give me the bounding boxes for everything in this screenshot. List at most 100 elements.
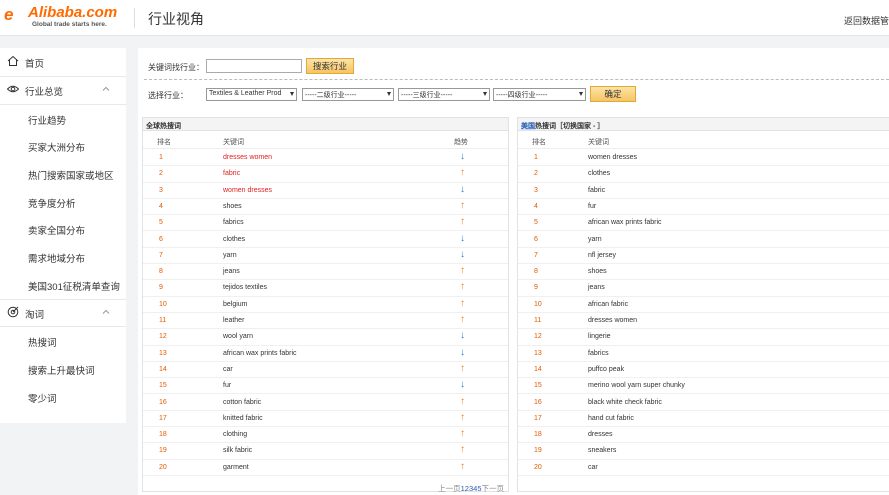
keyword-cell[interactable]: belgium xyxy=(223,301,248,308)
switch-country-link[interactable]: 热搜词［切换国家 - ］ xyxy=(535,123,604,130)
keyword-cell[interactable]: leather xyxy=(223,317,244,324)
trend-down-icon: ↓ xyxy=(460,151,465,162)
keyword-cell[interactable]: yarn xyxy=(588,236,602,243)
next-page-link[interactable]: 下一页 xyxy=(482,484,505,493)
search-industry-button[interactable]: 搜索行业 xyxy=(306,58,354,74)
rank-cell: 13 xyxy=(159,349,167,357)
keyword-cell[interactable]: fabric xyxy=(223,170,240,177)
sidebar-item-competition[interactable]: 竞争度分析 xyxy=(0,188,126,215)
industry-level-4-select[interactable]: -----四级行业----- xyxy=(493,88,586,101)
keyword-cell[interactable]: silk fabric xyxy=(223,447,252,454)
keyword-cell[interactable]: fabrics xyxy=(588,350,609,357)
sidebar-item-demand-region[interactable]: 需求地域分布 xyxy=(0,243,126,270)
table-row: 11 dresses women xyxy=(518,313,889,330)
page-number-links[interactable]: 12345 xyxy=(461,484,482,493)
keyword-cell[interactable]: dresses xyxy=(588,431,613,438)
country-hot-words-panel: 美国热搜词［切换国家 - ］ 排名 关键词 1 women dresses 2 clo… xyxy=(517,117,889,492)
sidebar-item-rare-words[interactable]: 零少词 xyxy=(0,383,126,410)
sidebar-item-hot-search-countries[interactable]: 热门搜索国家或地区 xyxy=(0,160,126,187)
table-row: 5 fabrics ↑ xyxy=(143,215,508,232)
keyword-cell[interactable]: fur xyxy=(588,203,596,210)
table-row: 18 dresses xyxy=(518,427,889,444)
rank-cell: 16 xyxy=(159,398,167,406)
keyword-cell[interactable]: shoes xyxy=(588,268,607,275)
keyword-cell[interactable]: clothes xyxy=(223,236,245,243)
chevron-up-icon[interactable] xyxy=(102,85,110,93)
trend-up-icon: ↑ xyxy=(460,265,465,277)
keyword-search-input[interactable] xyxy=(206,59,302,73)
keyword-cell[interactable]: jeans xyxy=(223,268,240,275)
rank-cell: 17 xyxy=(159,414,167,422)
keyword-cell[interactable]: lingerie xyxy=(588,333,611,340)
keyword-cell[interactable]: african fabric xyxy=(588,301,628,308)
rank-cell: 19 xyxy=(159,447,167,455)
keyword-cell[interactable]: cotton fabric xyxy=(223,399,261,406)
keyword-cell[interactable]: shoes xyxy=(223,203,242,210)
alibaba-logo[interactable]: e Alibaba.com Global trade starts here. xyxy=(4,4,126,32)
keyword-cell[interactable]: hand cut fabric xyxy=(588,415,634,422)
sidebar-item-us-301-list[interactable]: 美国301征税清单查询 xyxy=(0,271,126,298)
keyword-cell[interactable]: car xyxy=(223,366,233,373)
keyword-cell[interactable]: clothing xyxy=(223,431,247,438)
rank-cell: 12 xyxy=(534,333,542,341)
keyword-cell[interactable]: wool yarn xyxy=(223,333,253,340)
header-divider xyxy=(134,8,135,28)
keyword-cell[interactable]: dresses women xyxy=(223,154,272,161)
sidebar-item-label: 行业趋势 xyxy=(28,116,67,127)
trend-up-icon: ↑ xyxy=(460,281,465,293)
eye-icon xyxy=(7,85,19,93)
table-row: 16 black white check fabric xyxy=(518,395,889,411)
keyword-cell[interactable]: merino wool yarn super chunky xyxy=(588,382,685,389)
rank-cell: 9 xyxy=(534,284,538,292)
sidebar-item-rising-words[interactable]: 搜索上升最快词 xyxy=(0,355,126,382)
keyword-cell[interactable]: jeans xyxy=(588,284,605,291)
keyword-cell[interactable]: tejidos textiles xyxy=(223,284,267,291)
keyword-cell[interactable]: yarn xyxy=(223,252,237,259)
keyword-cell[interactable]: fabrics xyxy=(223,219,244,226)
sidebar-item-hot-words[interactable]: 热搜词 xyxy=(0,327,126,354)
sidebar-item-industry-trend[interactable]: 行业趋势 xyxy=(0,105,126,132)
table-row: 13 fabrics xyxy=(518,346,889,362)
keyword-cell[interactable]: knitted fabric xyxy=(223,415,263,422)
rank-cell: 6 xyxy=(534,235,538,243)
table-row: 6 clothes ↓ xyxy=(143,232,508,248)
keyword-cell[interactable]: fabric xyxy=(588,187,605,194)
sidebar-item-buyer-continent[interactable]: 买家大洲分布 xyxy=(0,132,126,159)
keyword-cell[interactable]: african wax prints fabric xyxy=(223,350,297,357)
panel-title: 全球热搜词 xyxy=(143,118,508,131)
sidebar-item-seller-distribution[interactable]: 卖家全国分布 xyxy=(0,215,126,242)
rank-cell: 7 xyxy=(159,251,163,259)
keyword-cell[interactable]: women dresses xyxy=(223,187,272,194)
keyword-cell[interactable]: puffco peak xyxy=(588,366,624,373)
industry-level-3-select[interactable]: -----三级行业----- xyxy=(398,88,490,101)
rank-cell: 2 xyxy=(534,170,538,178)
keyword-cell[interactable]: car xyxy=(588,464,598,471)
keyword-cell[interactable]: clothes xyxy=(588,170,610,177)
confirm-button[interactable]: 确定 xyxy=(590,86,636,102)
prev-page-link[interactable]: 上一页 xyxy=(438,484,461,493)
keyword-cell[interactable]: black white check fabric xyxy=(588,399,662,406)
divider xyxy=(144,79,889,80)
select-value: Textiles & Leather Prod xyxy=(209,90,282,97)
keyword-cell[interactable]: nfl jersey xyxy=(588,252,616,259)
keyword-cell[interactable]: dresses women xyxy=(588,317,637,324)
keyword-cell[interactable]: sneakers xyxy=(588,447,616,454)
trend-down-icon: ↓ xyxy=(460,379,465,391)
keyword-cell[interactable]: african wax prints fabric xyxy=(588,219,662,226)
rank-cell: 8 xyxy=(534,268,538,276)
sidebar-section-overview[interactable]: 行业总览 xyxy=(0,76,126,103)
country-name: 美国 xyxy=(521,123,535,130)
industry-level-1-select[interactable]: Textiles & Leather Prod xyxy=(206,88,297,101)
keyword-cell[interactable]: women dresses xyxy=(588,154,637,161)
chevron-up-icon[interactable] xyxy=(102,308,110,316)
keyword-cell[interactable]: garment xyxy=(223,464,249,471)
industry-level-2-select[interactable]: -----二级行业----- xyxy=(302,88,394,101)
rank-cell: 5 xyxy=(534,219,538,227)
table-row: 11 leather ↑ xyxy=(143,313,508,330)
back-to-data-link[interactable]: 返回数据管 xyxy=(844,14,889,27)
table-row: 13 african wax prints fabric ↓ xyxy=(143,346,508,362)
keyword-cell[interactable]: fur xyxy=(223,382,231,389)
sidebar-item-home[interactable]: 首页 xyxy=(0,48,126,75)
sidebar-section-words[interactable]: 淘词 xyxy=(0,299,126,326)
table-row: 15 fur ↓ xyxy=(143,378,508,395)
